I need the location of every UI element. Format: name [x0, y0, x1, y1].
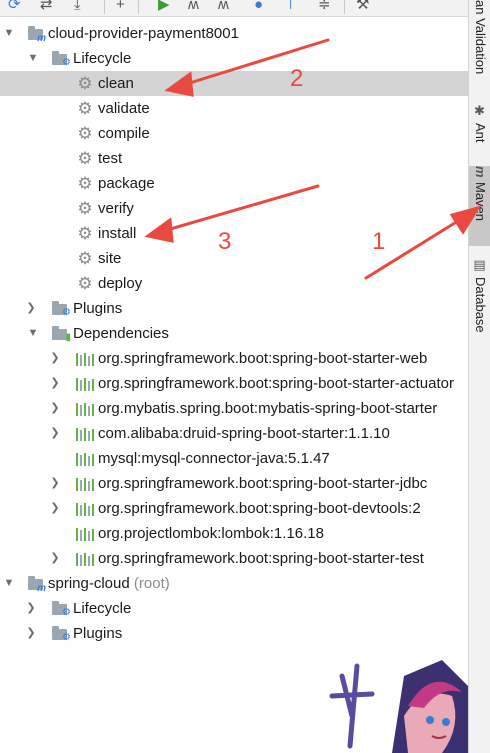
arrow-head — [144, 217, 174, 243]
arrow-to-clean — [178, 38, 330, 88]
annotation-number-1: 1 — [372, 228, 386, 255]
annotation-arrows — [144, 38, 482, 280]
annotation-number-3: 3 — [218, 228, 232, 255]
annotation-number-2: 2 — [290, 65, 304, 92]
arrow-to-install — [158, 184, 320, 234]
avatar-watermark — [312, 656, 468, 753]
arrow-head — [164, 71, 194, 97]
avatar-image — [329, 660, 468, 753]
arrow-head — [449, 205, 482, 235]
